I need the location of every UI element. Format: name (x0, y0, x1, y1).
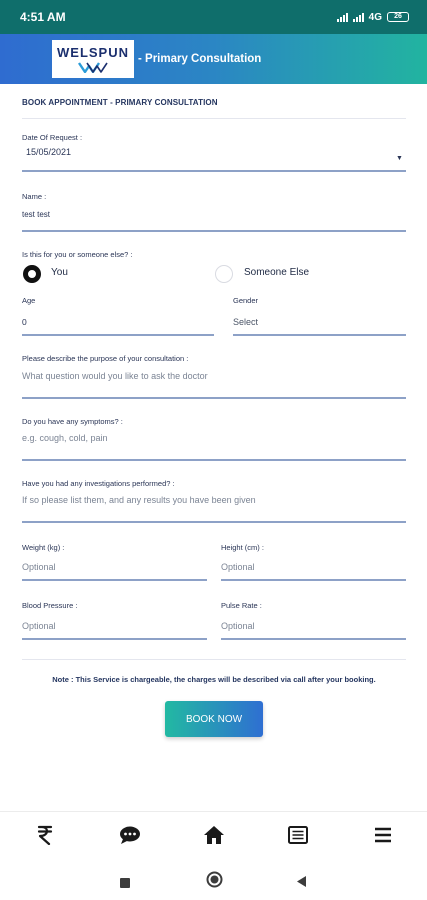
signal-icon (336, 12, 348, 22)
blood-pressure-underline (22, 638, 207, 640)
purpose-input[interactable]: What question would you like to ask the … (22, 371, 208, 381)
logo-text: WELSPUN (57, 44, 129, 60)
name-underline (22, 230, 406, 232)
age-underline (22, 334, 214, 336)
network-type: 4G (368, 11, 382, 23)
name-field[interactable]: test test (22, 210, 50, 219)
investigations-input[interactable]: If so please list them, and any results … (22, 495, 256, 505)
weight-label: Weight (kg) : (22, 543, 65, 552)
bottom-nav (0, 811, 427, 859)
weight-input[interactable]: Optional (22, 562, 56, 572)
logo-mark-icon (78, 61, 108, 73)
for-whom-label: Is this for you or someone else? : (22, 250, 133, 259)
blood-pressure-input[interactable]: Optional (22, 621, 56, 631)
gender-underline (233, 334, 406, 336)
age-field[interactable]: 0 (22, 317, 27, 327)
pulse-rate-underline (221, 638, 406, 640)
status-indicators: 4G 26 (336, 11, 409, 23)
pulse-rate-label: Pulse Rate : (221, 601, 262, 610)
height-underline (221, 579, 406, 581)
gender-label: Gender (233, 296, 259, 305)
purpose-label: Please describe the purpose of your cons… (22, 354, 189, 363)
signal-icon-2 (352, 12, 364, 22)
app-header: WELSPUN - Primary Consultation (0, 34, 427, 84)
section-divider (22, 118, 406, 119)
investigations-underline (22, 521, 406, 523)
pulse-rate-input[interactable]: Optional (221, 621, 255, 631)
welspun-logo: WELSPUN (52, 40, 134, 78)
purpose-underline (22, 397, 406, 399)
height-label: Height (cm) : (221, 543, 264, 552)
status-time: 4:51 AM (20, 10, 66, 24)
date-label: Date Of Request : (22, 133, 83, 142)
page-title: - Primary Consultation (138, 53, 262, 65)
investigations-label: Have you had any investigations performe… (22, 479, 175, 488)
radio-someone-else[interactable] (215, 265, 233, 283)
status-bar: 4:51 AM 4G 26 (0, 0, 427, 34)
list-icon[interactable] (286, 824, 310, 846)
home-icon[interactable] (202, 824, 226, 846)
blood-pressure-label: Blood Pressure : (22, 601, 78, 610)
name-label: Name : (22, 192, 47, 201)
book-now-button[interactable]: BOOK NOW (165, 701, 263, 737)
height-input[interactable]: Optional (221, 562, 255, 572)
symptoms-input[interactable]: e.g. cough, cold, pain (22, 433, 108, 443)
rupee-icon[interactable] (33, 824, 57, 846)
recents-icon[interactable] (120, 875, 130, 893)
radio-someone-else-label[interactable]: Someone Else (244, 267, 309, 278)
age-label: Age (22, 296, 36, 305)
gender-select[interactable]: Select (233, 317, 258, 327)
dropdown-caret-icon[interactable]: ▼ (396, 155, 403, 162)
section-title: BOOK APPOINTMENT - PRIMARY CONSULTATION (22, 98, 218, 107)
weight-underline (22, 579, 207, 581)
radio-you-label[interactable]: You (51, 267, 68, 278)
system-nav-bar (0, 859, 427, 900)
chat-icon[interactable] (118, 824, 142, 846)
symptoms-underline (22, 459, 406, 461)
date-underline (22, 170, 406, 172)
date-field[interactable]: 15/05/2021 (26, 147, 71, 157)
form-divider (22, 659, 406, 660)
menu-icon[interactable] (371, 824, 395, 846)
radio-you[interactable] (23, 265, 41, 283)
home-circle-icon[interactable] (206, 871, 223, 893)
service-note: Note : This Service is chargeable, the c… (52, 675, 376, 684)
back-icon[interactable] (297, 874, 307, 892)
battery-icon: 26 (387, 12, 409, 22)
symptoms-label: Do you have any symptoms? : (22, 417, 123, 426)
